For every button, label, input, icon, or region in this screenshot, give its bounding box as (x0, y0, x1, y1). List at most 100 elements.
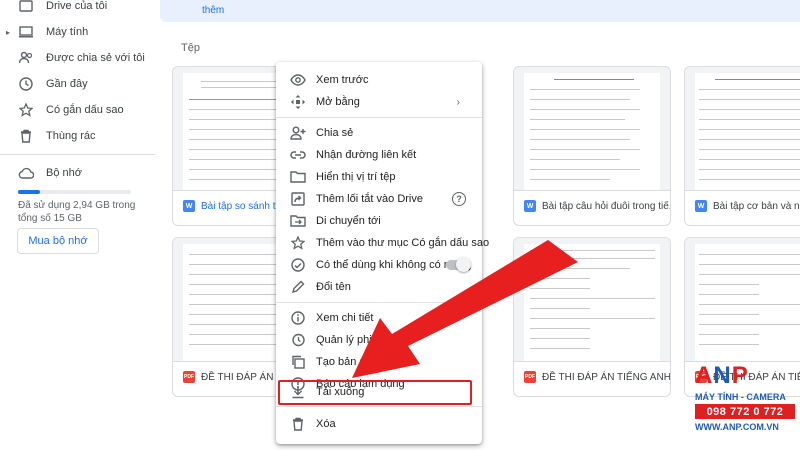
menu-divider (276, 302, 482, 303)
files-section-title: Tệp (181, 42, 200, 54)
file-card[interactable]: W Bài tập câu hỏi đuôi trong tiế... (513, 66, 671, 226)
sidebar: Drive của tôi ▸ Máy tính Được chia sẻ vớ… (0, 0, 160, 450)
menu-item-label: Thêm lối tắt vào Drive (316, 193, 423, 205)
sidebar-item-shared[interactable]: Được chia sẻ với tôi (0, 45, 160, 71)
my-drive-icon (18, 0, 34, 14)
menu-item-get-link[interactable]: Nhận đường liên kết (276, 144, 482, 166)
menu-item-open-with[interactable]: Mở bằng › (276, 91, 482, 113)
menu-item-label: Xem chi tiết (316, 312, 374, 324)
buy-storage-button[interactable]: Mua bộ nhớ (17, 228, 99, 254)
submenu-chevron-icon: › (456, 96, 460, 108)
sidebar-item-storage[interactable]: Bộ nhớ (0, 160, 160, 186)
menu-item-label: Đổi tên (316, 281, 351, 293)
person-add-icon (290, 125, 306, 141)
document-preview (524, 73, 660, 190)
file-name: ĐỀ THI ĐÁP ÁN TIẾNG ANH ... (542, 372, 671, 383)
file-thumbnail (685, 238, 800, 362)
menu-item-label: Nhận đường liên kết (316, 149, 417, 161)
menu-item-add-starred[interactable]: Thêm vào thư mục Có gắn dấu sao (276, 232, 489, 254)
document-preview (695, 244, 800, 361)
sidebar-item-my-drive[interactable]: Drive của tôi (0, 0, 160, 19)
file-name: Bài tập cơ bản và nân (713, 201, 800, 212)
notice-banner (160, 0, 800, 22)
menu-item-label: Xóa (316, 418, 336, 430)
menu-item-preview[interactable]: Xem trước (276, 69, 482, 91)
history-icon (290, 332, 306, 348)
info-icon (290, 310, 306, 326)
link-icon (290, 147, 306, 163)
pdf-file-icon: PDF (524, 371, 536, 383)
menu-item-move-to[interactable]: Di chuyển tới (276, 210, 482, 232)
sidebar-item-label: Gần đây (46, 78, 88, 90)
shortcut-icon (290, 191, 306, 207)
sidebar-divider (0, 154, 155, 155)
document-preview (695, 73, 800, 190)
file-thumbnail (685, 67, 800, 191)
menu-item-add-shortcut[interactable]: Thêm lối tắt vào Drive ? (276, 188, 482, 210)
word-doc-icon: W (524, 200, 536, 212)
banner-link[interactable]: thêm (202, 5, 224, 16)
sidebar-item-starred[interactable]: Có gắn dấu sao (0, 97, 160, 123)
trash-icon (18, 128, 34, 144)
menu-item-label: Hiển thị vị trí tệp (316, 171, 396, 183)
sidebar-item-label: Máy tính (46, 26, 89, 38)
menu-item-offline[interactable]: Có thể dùng khi không có mạng (276, 254, 482, 276)
sidebar-item-label: Drive của tôi (46, 0, 108, 12)
anp-logo: ANP (695, 362, 749, 389)
folder-icon (290, 169, 306, 185)
menu-item-remove[interactable]: Xóa (276, 413, 482, 435)
menu-item-show-location[interactable]: Hiển thị vị trí tệp (276, 166, 482, 188)
cloud-icon (18, 165, 34, 181)
file-name: Bài tập câu hỏi đuôi trong tiế... (542, 201, 671, 212)
sidebar-item-label: Được chia sẻ với tôi (46, 52, 145, 64)
anp-watermark: ANP MÁY TÍNH - CAMERA 098 772 0 772 WWW.… (695, 362, 800, 446)
move-folder-icon (290, 213, 306, 229)
shared-people-icon (18, 50, 34, 66)
sidebar-item-trash[interactable]: Thùng rác (0, 123, 160, 149)
menu-item-label: Di chuyển tới (316, 215, 381, 227)
copy-icon (290, 354, 306, 370)
storage-progress-fill (18, 190, 41, 194)
pdf-file-icon: PDF (183, 371, 195, 383)
storage-progress-bar (18, 190, 131, 194)
file-name: Bài tập so sánh tr (201, 201, 279, 212)
toggle-knob (456, 257, 471, 272)
word-doc-icon: W (695, 200, 707, 212)
watermark-website: WWW.ANP.COM.VN (695, 422, 779, 432)
document-preview (524, 244, 660, 361)
pencil-icon (290, 279, 306, 295)
file-thumbnail (514, 67, 670, 191)
star-outline-icon (290, 235, 306, 251)
file-card[interactable]: W Bài tập cơ bản và nân (684, 66, 800, 226)
open-with-icon (290, 94, 306, 110)
sidebar-item-computers[interactable]: ▸ Máy tính (0, 19, 160, 45)
expand-caret-icon[interactable]: ▸ (6, 28, 10, 37)
menu-item-label: Quản lý phiên bản (316, 334, 406, 346)
delete-icon (290, 416, 306, 432)
sidebar-item-label: Thùng rác (46, 130, 96, 142)
download-highlight-box (278, 380, 472, 405)
computer-icon (18, 24, 34, 40)
sidebar-item-label: Có gắn dấu sao (46, 104, 124, 116)
file-card[interactable]: PDF ĐỀ THI ĐÁP ÁN TIẾNG ANH ... (513, 237, 671, 397)
menu-item-share[interactable]: Chia sẻ (276, 122, 482, 144)
star-icon (18, 102, 34, 118)
menu-item-rename[interactable]: Đổi tên (276, 276, 482, 298)
word-doc-icon: W (183, 200, 195, 212)
storage-usage-text: Đã sử dụng 2,94 GB trong tổng số 15 GB (18, 200, 136, 224)
sidebar-item-recent[interactable]: Gần đây (0, 71, 160, 97)
file-name: ĐỀ THI ĐÁP ÁN TI (201, 372, 285, 383)
clock-icon (18, 76, 34, 92)
help-icon[interactable]: ? (452, 192, 466, 206)
storage-label: Bộ nhớ (46, 167, 82, 179)
menu-item-details[interactable]: Xem chi tiết (276, 307, 482, 329)
menu-item-manage-versions[interactable]: Quản lý phiên bản (276, 329, 482, 351)
menu-item-label: Thêm vào thư mục Có gắn dấu sao (316, 237, 490, 249)
file-thumbnail (514, 238, 670, 362)
menu-item-label: Chia sẻ (316, 127, 354, 139)
menu-item-label: Xem trước (316, 74, 369, 86)
watermark-phone: 098 772 0 772 (695, 404, 795, 419)
watermark-tagline: MÁY TÍNH - CAMERA (695, 392, 786, 402)
offline-toggle[interactable] (446, 257, 471, 272)
menu-item-make-copy[interactable]: Tạo bản sao (276, 351, 482, 373)
